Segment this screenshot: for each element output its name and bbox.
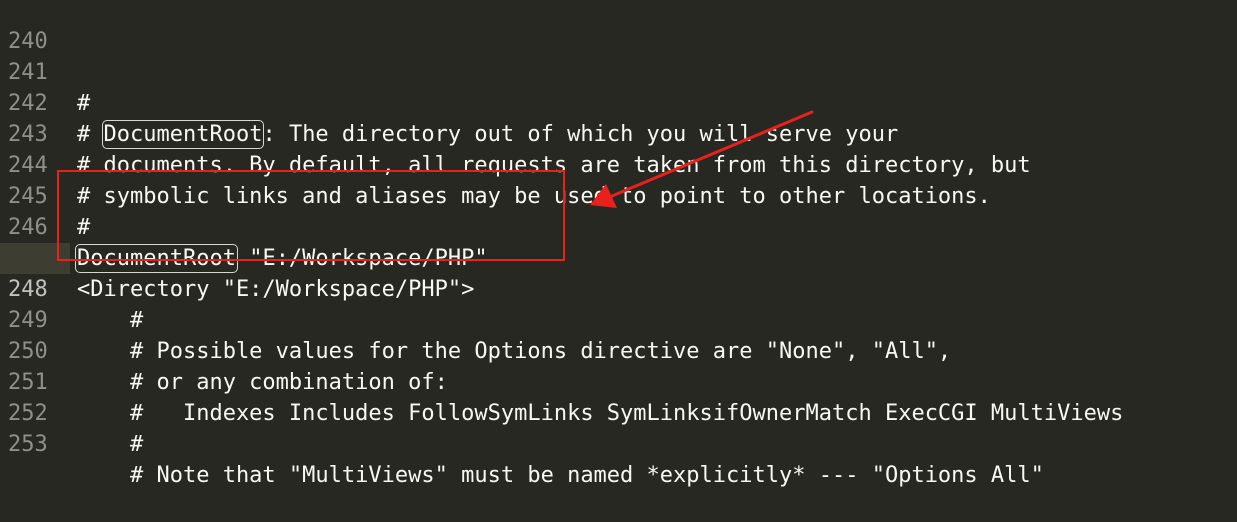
code-line[interactable]: 243 # documents. By default, all request… [0,88,1237,178]
code-line[interactable]: 253 # Note that "MultiViews" must be nam… [0,398,1237,488]
code-line[interactable]: 249 # Possible values for the Options di… [0,274,1237,364]
code-text[interactable]: # Note that "MultiViews" must be named *… [77,460,1044,491]
code-line[interactable]: 251 # Indexes Includes FollowSymLinks Sy… [0,336,1237,426]
code-line[interactable]: 242 # DocumentRoot: The directory out of… [0,57,1237,149]
annotation-highlight-box [57,170,565,261]
code-line[interactable]: 252 # [0,367,1237,457]
code-text[interactable]: # [77,429,143,460]
code-line[interactable]: 241 # [0,26,1237,116]
code-line[interactable]: 240 [0,0,1237,54]
code-line[interactable]: 244 # symbolic links and aliases may be … [0,119,1237,209]
line-number: 253 [8,432,48,457]
code-line[interactable]: 250 # or any combination of: [0,305,1237,395]
